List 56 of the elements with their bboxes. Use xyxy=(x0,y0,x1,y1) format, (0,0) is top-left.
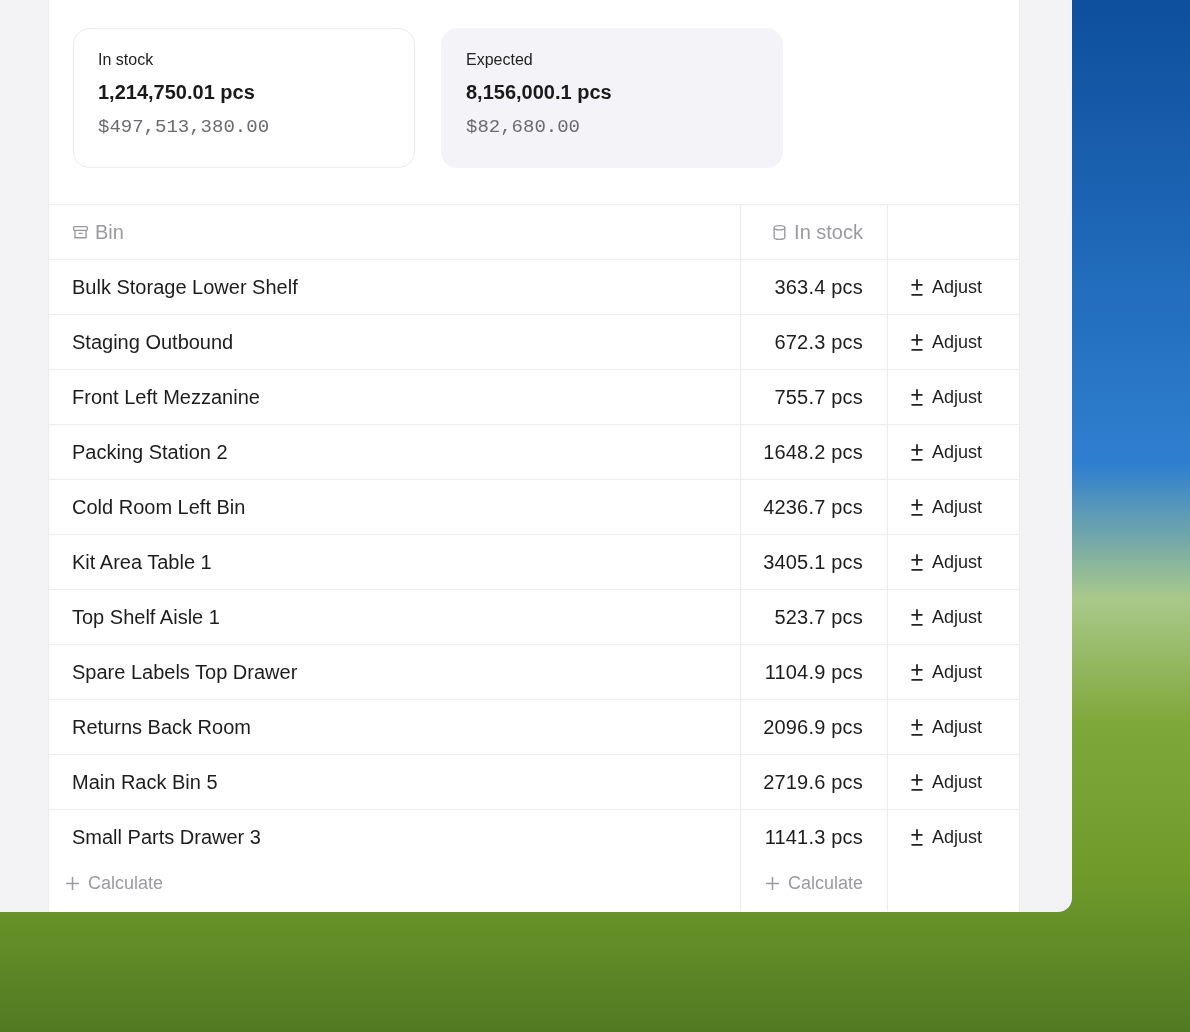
card-label: Expected xyxy=(466,51,533,69)
stock-quantity: 1141.3 pcs xyxy=(764,825,863,849)
bin-name: Bulk Storage Lower Shelf xyxy=(72,275,298,299)
bin-name: Small Parts Drawer 3 xyxy=(72,825,261,849)
bin-name: Cold Room Left Bin xyxy=(72,495,246,519)
plus-minus-icon xyxy=(908,717,926,737)
plus-minus-icon xyxy=(908,552,926,572)
bin-name: Top Shelf Aisle 1 xyxy=(72,605,220,629)
adjust-button[interactable]: Adjust xyxy=(908,771,983,793)
plus-minus-icon xyxy=(908,827,926,847)
plus-minus-icon xyxy=(908,497,926,517)
stock-quantity: 755.7 pcs xyxy=(774,385,863,409)
adjust-button[interactable]: Adjust xyxy=(908,276,983,298)
adjust-button[interactable]: Adjust xyxy=(908,496,983,518)
card-quantity: 1,214,750.01 pcs xyxy=(98,81,255,104)
archive-icon xyxy=(72,223,89,241)
plus-minus-icon xyxy=(908,662,926,682)
card-label: In stock xyxy=(98,51,154,69)
cylinder-icon xyxy=(771,223,789,241)
card-quantity: 8,156,000.1 pcs xyxy=(466,81,612,104)
adjust-button[interactable]: Adjust xyxy=(908,386,983,408)
bin-name: Staging Outbound xyxy=(72,330,234,354)
stock-quantity: 3405.1 pcs xyxy=(763,550,863,574)
bin-name: Kit Area Table 1 xyxy=(72,550,212,574)
card-value: $82,680.00 xyxy=(466,116,581,138)
plus-minus-icon xyxy=(908,772,926,792)
stock-quantity: 2719.6 pcs xyxy=(763,770,863,794)
bin-name: Spare Labels Top Drawer xyxy=(72,660,298,684)
adjust-button[interactable]: Adjust xyxy=(908,441,983,463)
stock-quantity: 1648.2 pcs xyxy=(763,440,863,464)
bin-name: Main Rack Bin 5 xyxy=(72,770,218,794)
adjust-button[interactable]: Adjust xyxy=(908,716,983,738)
summary-card[interactable]: Expected 8,156,000.1 pcs $82,680.00 xyxy=(441,28,783,168)
stock-quantity: 672.3 pcs xyxy=(774,330,863,354)
adjust-button[interactable]: Adjust xyxy=(908,661,983,683)
adjust-button[interactable]: Adjust xyxy=(908,331,983,353)
bin-name: Front Left Mezzanine xyxy=(72,385,260,409)
stock-quantity: 523.7 pcs xyxy=(774,605,863,629)
adjust-button[interactable]: Adjust xyxy=(908,606,983,628)
summary-card[interactable]: In stock 1,214,750.01 pcs $497,513,380.00 xyxy=(73,28,415,168)
card-value: $497,513,380.00 xyxy=(98,116,270,138)
stock-quantity: 2096.9 pcs xyxy=(763,715,863,739)
stock-quantity: 1104.9 pcs xyxy=(764,660,863,684)
adjust-button[interactable]: Adjust xyxy=(908,551,983,573)
stock-quantity: 363.4 pcs xyxy=(774,275,863,299)
stock-quantity: 4236.7 pcs xyxy=(763,495,863,519)
plus-minus-icon xyxy=(908,442,926,462)
plus-icon xyxy=(65,876,80,891)
bin-name: Packing Station 2 xyxy=(72,440,228,464)
plus-minus-icon xyxy=(908,607,926,627)
plus-minus-icon xyxy=(908,277,926,297)
bin-name: Returns Back Room xyxy=(72,715,251,739)
plus-minus-icon xyxy=(908,332,926,352)
plus-minus-icon xyxy=(908,387,926,407)
adjust-button[interactable]: Adjust xyxy=(908,826,983,848)
plus-icon xyxy=(764,876,780,891)
